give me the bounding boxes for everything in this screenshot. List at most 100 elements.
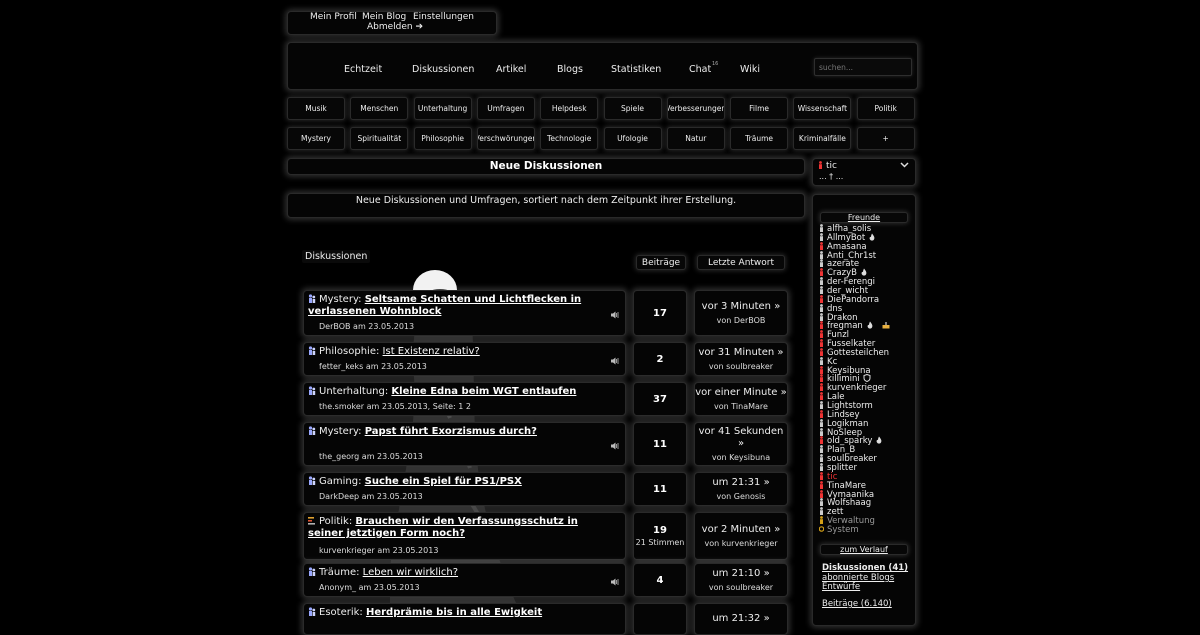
- my-profile-link[interactable]: Mein Profil: [310, 12, 357, 22]
- category-träume[interactable]: Träume: [730, 127, 789, 150]
- thread-last-reply-cell[interactable]: um 21:32 »: [694, 603, 788, 635]
- friend-item[interactable]: Logikman: [819, 418, 868, 428]
- friend-item[interactable]: AllmyBot: [819, 232, 876, 242]
- nav-articles[interactable]: Artikel: [496, 64, 526, 75]
- friend-item[interactable]: fregman: [819, 321, 890, 331]
- friend-item[interactable]: Anti_Chr1st: [819, 250, 876, 260]
- category-philosophie[interactable]: Philosophie: [413, 127, 472, 150]
- friend-item[interactable]: zett: [819, 507, 843, 517]
- category-musik[interactable]: Musik: [287, 97, 345, 120]
- thread-last-reply-cell[interactable]: vor einer Minute » von TinaMare: [694, 382, 788, 416]
- category-politik[interactable]: Politik: [856, 97, 915, 120]
- last-reply-time[interactable]: vor 3 Minuten »: [702, 301, 781, 313]
- thread-title-link[interactable]: Kleine Edna beim WGT entlaufen: [391, 386, 576, 397]
- posts-column-header[interactable]: Beiträge: [636, 255, 686, 270]
- category-kriminalfälle[interactable]: Kriminalfälle: [793, 127, 852, 150]
- nav-chat[interactable]: Chat: [689, 64, 711, 75]
- last-reply-time[interactable]: um 21:31 »: [712, 477, 769, 489]
- category-umfragen[interactable]: Umfragen: [476, 97, 535, 120]
- friend-item[interactable]: old_sparky: [819, 436, 883, 446]
- friend-item[interactable]: Lightstorm: [819, 401, 873, 411]
- category-helpdesk[interactable]: Helpdesk: [540, 97, 599, 120]
- category-wissenschaft[interactable]: Wissenschaft: [793, 97, 852, 120]
- last-reply-time[interactable]: vor 2 Minuten »: [702, 524, 781, 536]
- friend-item[interactable]: Keysibuna: [819, 365, 871, 375]
- friend-item[interactable]: azerate: [819, 259, 859, 269]
- speaker-icon[interactable]: [611, 578, 619, 586]
- category-verschwörungen[interactable]: Verschwörungen: [476, 127, 535, 150]
- nav-blogs[interactable]: Blogs: [557, 64, 583, 75]
- thread-title-link[interactable]: Leben wir wirklich?: [363, 567, 458, 578]
- friend-item[interactable]: NoSleep: [819, 427, 862, 437]
- friend-item[interactable]: der_wicht: [819, 286, 868, 295]
- friend-item[interactable]: Plan_B: [819, 445, 855, 455]
- category-verbesserungen[interactable]: Verbesserungen: [666, 97, 725, 120]
- category-spiritualität[interactable]: Spiritualität: [350, 127, 409, 150]
- friend-item[interactable]: alfha_solis: [819, 224, 871, 234]
- thread-last-reply-cell[interactable]: vor 2 Minuten » von kurvenkrieger: [694, 512, 788, 560]
- nav-statistics[interactable]: Statistiken: [611, 64, 661, 75]
- thread-title-link[interactable]: Herdprämie bis in alle Ewigkeit: [366, 607, 542, 618]
- thread-last-reply-cell[interactable]: vor 3 Minuten » von DerBOB: [694, 290, 788, 336]
- nav-wiki[interactable]: Wiki: [740, 64, 760, 75]
- category-technologie[interactable]: Technologie: [540, 127, 599, 150]
- friend-item[interactable]: System: [819, 525, 859, 534]
- settings-link[interactable]: Einstellungen: [413, 12, 474, 22]
- thread-last-reply-cell[interactable]: um 21:31 » von Genosis: [694, 472, 788, 506]
- friend-item[interactable]: dns: [819, 303, 842, 313]
- drafts-link[interactable]: Entwürfe: [822, 582, 860, 592]
- user-menu-toggle[interactable]: [900, 160, 909, 172]
- thread-last-reply-cell[interactable]: vor 41 Sekunden » von Keysibuna: [694, 422, 788, 466]
- category-filme[interactable]: Filme: [730, 97, 789, 120]
- my-blog-link[interactable]: Mein Blog: [362, 12, 406, 22]
- friend-item[interactable]: Vymaanika: [819, 489, 874, 499]
- last-reply-time[interactable]: vor einer Minute »: [695, 387, 787, 399]
- friend-item[interactable]: soulbreaker: [819, 454, 877, 464]
- logout-link[interactable]: Abmelden ➔: [367, 22, 423, 32]
- category-menschen[interactable]: Menschen: [350, 97, 409, 120]
- thread-last-reply-cell[interactable]: um 21:10 » von soulbreaker: [694, 563, 788, 597]
- thread-last-reply-cell[interactable]: vor 31 Minuten » von soulbreaker: [694, 342, 788, 376]
- last-reply-time[interactable]: vor 31 Minuten »: [698, 347, 783, 359]
- friend-item[interactable]: der-Ferengi: [819, 277, 875, 287]
- friend-item[interactable]: splitter: [819, 463, 857, 472]
- friend-item[interactable]: Drakon: [819, 312, 857, 322]
- nav-discussions[interactable]: Diskussionen: [412, 64, 474, 75]
- friend-item[interactable]: Lindsey: [819, 409, 860, 419]
- my-posts-link[interactable]: Beiträge (6.140): [822, 599, 892, 609]
- friend-item[interactable]: tic: [819, 471, 837, 481]
- friend-item[interactable]: Gottesteilchen: [819, 347, 889, 357]
- thread-title-link[interactable]: Suche ein Spiel für PS1/PSX: [365, 476, 522, 487]
- friend-item[interactable]: Kc: [819, 356, 837, 366]
- friend-item[interactable]: Wolfshaag: [819, 498, 871, 508]
- friend-item[interactable]: Verwaltung: [819, 516, 875, 526]
- last-reply-time[interactable]: um 21:32 »: [712, 613, 769, 625]
- thread-title-link[interactable]: Ist Existenz relativ?: [383, 346, 480, 357]
- friend-item[interactable]: CrazyB: [819, 268, 868, 278]
- friend-item[interactable]: Funzl: [819, 330, 849, 340]
- category-unterhaltung[interactable]: Unterhaltung: [413, 97, 472, 120]
- category-spiele[interactable]: Spiele: [603, 97, 662, 120]
- friend-item[interactable]: killimini: [819, 374, 871, 384]
- friend-item[interactable]: Amasana: [819, 241, 867, 251]
- friend-item[interactable]: Lale: [819, 392, 845, 402]
- history-link[interactable]: zum Verlauf: [820, 544, 908, 555]
- last-reply-time[interactable]: vor 41 Sekunden »: [695, 426, 787, 450]
- thread-title-link[interactable]: Papst führt Exorzismus durch?: [365, 426, 537, 437]
- last-reply-column-header[interactable]: Letzte Antwort: [697, 255, 785, 270]
- category-mystery[interactable]: Mystery: [287, 127, 345, 150]
- last-reply-time[interactable]: um 21:10 »: [712, 568, 769, 580]
- speaker-icon[interactable]: [611, 357, 619, 365]
- friends-header[interactable]: Freunde: [820, 212, 908, 223]
- my-discussions-link[interactable]: Diskussionen (41): [822, 563, 908, 573]
- category-natur[interactable]: Natur: [666, 127, 725, 150]
- friend-item[interactable]: TinaMare: [819, 480, 866, 490]
- friend-item[interactable]: Fusselkater: [819, 339, 875, 349]
- nav-realtime[interactable]: Echtzeit: [344, 64, 382, 75]
- category-ufologie[interactable]: Ufologie: [603, 127, 662, 150]
- category-more[interactable]: +: [856, 127, 915, 150]
- speaker-icon[interactable]: [611, 442, 619, 450]
- friend-item[interactable]: DiePandorra: [819, 294, 879, 304]
- current-user[interactable]: tic: [818, 161, 837, 171]
- search-input[interactable]: [814, 58, 912, 76]
